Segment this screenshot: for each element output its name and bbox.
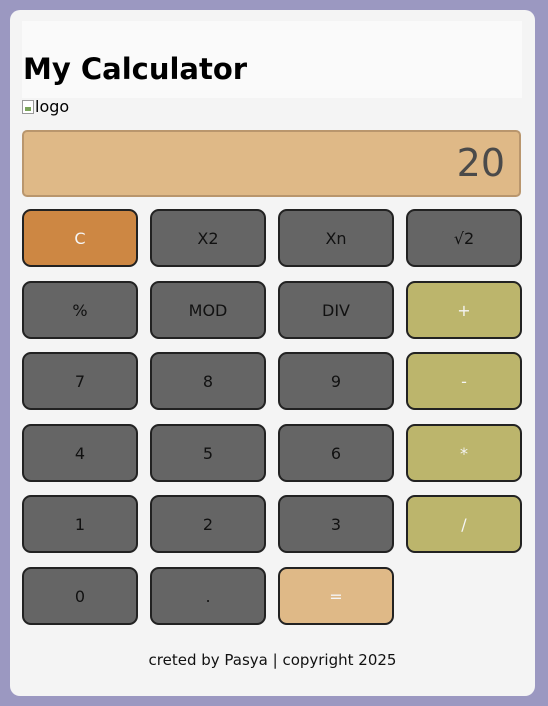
equals-button[interactable]: = bbox=[278, 567, 394, 625]
digit-9-button[interactable]: 9 bbox=[278, 352, 394, 410]
decimal-button[interactable]: . bbox=[150, 567, 266, 625]
power-button[interactable]: Xn bbox=[278, 209, 394, 267]
plus-button[interactable]: + bbox=[406, 281, 522, 339]
logo-alt-text: logo bbox=[35, 97, 70, 116]
divide-button[interactable]: / bbox=[406, 495, 522, 553]
sqrt-button[interactable]: √2 bbox=[406, 209, 522, 267]
minus-button[interactable]: - bbox=[406, 352, 522, 410]
header: My Calculator bbox=[22, 21, 522, 98]
digit-0-button[interactable]: 0 bbox=[22, 567, 138, 625]
logo-image: logo bbox=[22, 98, 69, 116]
digit-4-button[interactable]: 4 bbox=[22, 424, 138, 482]
broken-image-icon bbox=[22, 100, 34, 114]
div-button[interactable]: DIV bbox=[278, 281, 394, 339]
page-title: My Calculator bbox=[23, 52, 248, 86]
digit-3-button[interactable]: 3 bbox=[278, 495, 394, 553]
square-button[interactable]: X2 bbox=[150, 209, 266, 267]
multiply-button[interactable]: * bbox=[406, 424, 522, 482]
digit-6-button[interactable]: 6 bbox=[278, 424, 394, 482]
digit-7-button[interactable]: 7 bbox=[22, 352, 138, 410]
clear-button[interactable]: C bbox=[22, 209, 138, 267]
percent-button[interactable]: % bbox=[22, 281, 138, 339]
calculator-display: 20 bbox=[22, 130, 521, 197]
digit-1-button[interactable]: 1 bbox=[22, 495, 138, 553]
digit-2-button[interactable]: 2 bbox=[150, 495, 266, 553]
footer-text: creted by Pasya | copyright 2025 bbox=[148, 651, 397, 669]
mod-button[interactable]: MOD bbox=[150, 281, 266, 339]
digit-5-button[interactable]: 5 bbox=[150, 424, 266, 482]
digit-8-button[interactable]: 8 bbox=[150, 352, 266, 410]
calculator-card: My Calculator logo 20 C X2 Xn √2 % MOD D… bbox=[10, 10, 535, 696]
